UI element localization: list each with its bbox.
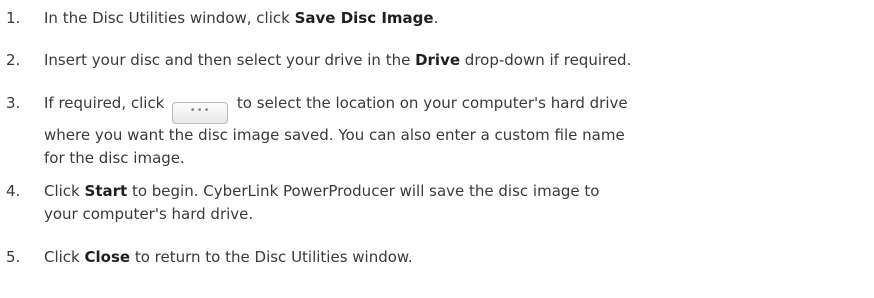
step-line: for the disc image. (44, 147, 628, 170)
step-number: 1. (6, 9, 21, 27)
browse-button[interactable]: ••• (172, 102, 229, 124)
step-line: Click Close to return to the Disc Utilit… (44, 246, 413, 269)
text-run: where you want the disc image saved. You… (44, 126, 625, 144)
step-line: If required, click ••• to select the loc… (44, 92, 628, 124)
step-number: 3. (6, 94, 21, 112)
text-run: Click (44, 182, 85, 200)
step-number: 4. (6, 182, 21, 200)
ui-term: Drive (415, 51, 461, 69)
ui-term: Start (84, 182, 128, 200)
text-run: In the Disc Utilities window, click (44, 9, 295, 27)
step-line: In the Disc Utilities window, click Save… (44, 7, 438, 30)
ui-term: Close (84, 248, 131, 266)
step-text: If required, click ••• to select the loc… (44, 92, 628, 169)
step-line: your computer's hard drive. (44, 203, 599, 226)
text-run: If required, click (44, 94, 170, 112)
instruction-list: 1. In the Disc Utilities window, click S… (0, 0, 874, 298)
step-line: Insert your disc and then select your dr… (44, 49, 631, 72)
text-run: to return to the Disc Utilities window. (130, 248, 413, 266)
text-run: Insert your disc and then select your dr… (44, 51, 416, 69)
text-run: to begin. CyberLink PowerProducer will s… (127, 182, 600, 200)
text-run: for the disc image. (44, 148, 185, 167)
text-run: to select the location on your computer'… (232, 94, 628, 112)
step-text: In the Disc Utilities window, click Save… (44, 7, 438, 30)
text-run: Click (44, 248, 85, 266)
text-run: . (433, 9, 439, 27)
step-number: 2. (6, 51, 21, 69)
text-run: your computer's hard drive. (44, 204, 254, 223)
step-number: 5. (6, 248, 21, 266)
step-text: Insert your disc and then select your dr… (44, 49, 631, 72)
step-line: where you want the disc image saved. You… (44, 124, 628, 147)
ui-term: Save Disc Image (294, 9, 434, 27)
step-line: Click Start to begin. CyberLink PowerPro… (44, 180, 599, 203)
text-run: drop-down if required. (460, 51, 632, 69)
step-text: Click Start to begin. CyberLink PowerPro… (44, 180, 599, 225)
step-text: Click Close to return to the Disc Utilit… (44, 246, 413, 269)
